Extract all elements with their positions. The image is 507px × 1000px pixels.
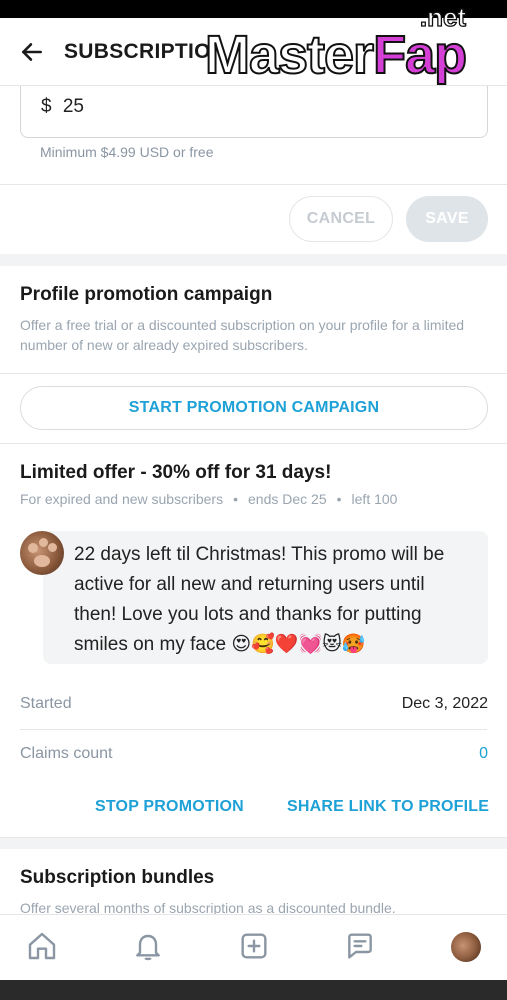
- bottom-navigation: [0, 914, 507, 980]
- bell-icon: [136, 934, 160, 961]
- offer-meta: For expired and new subscribers • ends D…: [20, 491, 397, 507]
- price-value: 25: [62, 96, 84, 117]
- offer-audience: For expired and new subscribers: [20, 491, 224, 507]
- offer-message: 22 days left til Christmas! This promo w…: [43, 531, 488, 664]
- started-value: Dec 3, 2022: [401, 695, 488, 712]
- price-hint: Minimum $4.99 USD or free: [40, 144, 214, 160]
- form-actions: CANCEL SAVE: [0, 196, 507, 244]
- meta-separator: •: [233, 491, 239, 507]
- top-header: SUBSCRIPTIO: [0, 18, 507, 86]
- claims-count[interactable]: 0: [479, 745, 488, 763]
- status-bar: [0, 0, 507, 18]
- offer-left: left 100: [351, 491, 398, 507]
- nav-notifications[interactable]: [131, 929, 165, 963]
- bundles-description: Offer several months of subscription as …: [20, 900, 396, 914]
- offer-ends: ends Dec 25: [248, 491, 327, 507]
- started-row: Started Dec 3, 2022: [20, 695, 488, 713]
- divider: [0, 184, 507, 185]
- cancel-button[interactable]: CANCEL: [289, 196, 393, 242]
- save-button[interactable]: SAVE: [406, 196, 488, 242]
- start-promotion-button[interactable]: START PROMOTION CAMPAIGN: [20, 386, 488, 430]
- profile-avatar[interactable]: [451, 932, 481, 962]
- nav-home[interactable]: [25, 929, 59, 963]
- arrow-left-icon: [22, 42, 42, 61]
- offer-title: Limited offer - 30% off for 31 days!: [20, 462, 332, 483]
- system-bar: [0, 980, 507, 1000]
- nav-messages[interactable]: [343, 929, 377, 963]
- divider: [20, 729, 487, 730]
- started-label: Started: [20, 695, 72, 712]
- divider: [0, 373, 507, 374]
- nav-new-post[interactable]: [237, 929, 271, 963]
- creator-avatar[interactable]: [20, 531, 64, 575]
- share-link-to-profile[interactable]: SHARE LINK TO PROFILE: [287, 798, 489, 816]
- message-icon: [348, 933, 372, 959]
- claims-label: Claims count: [20, 745, 113, 762]
- bundles-title: Subscription bundles: [20, 867, 215, 888]
- price-input[interactable]: $ 25: [20, 86, 488, 138]
- promotion-title: Profile promotion campaign: [20, 284, 273, 305]
- divider: [0, 443, 507, 444]
- section-gap: [0, 838, 507, 849]
- stop-promotion-link[interactable]: STOP PROMOTION: [95, 798, 244, 816]
- home-icon: [28, 932, 56, 960]
- plus-square-icon: [241, 933, 267, 959]
- promotion-description: Offer a free trial or a discounted subsc…: [20, 317, 465, 353]
- offer-links: STOP PROMOTION SHARE LINK TO PROFILE: [0, 798, 507, 820]
- section-gap: [0, 254, 507, 266]
- claims-row: Claims count 0: [20, 745, 488, 763]
- page-title: SUBSCRIPTIO: [64, 39, 211, 63]
- currency-symbol: $: [41, 96, 52, 117]
- back-button[interactable]: [0, 18, 64, 86]
- meta-separator: •: [336, 491, 342, 507]
